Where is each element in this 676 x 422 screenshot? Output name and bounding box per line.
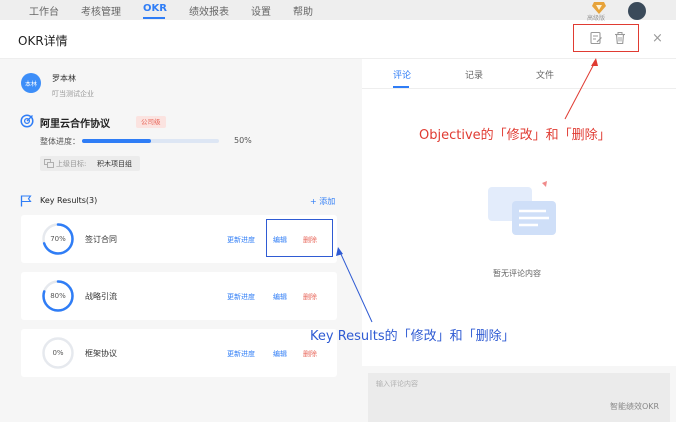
panel-title: OKR详情 <box>18 34 68 48</box>
objective-annotation-box <box>573 24 639 52</box>
edit-key-result-button[interactable]: 编辑 <box>273 349 287 359</box>
empty-comments-illustration <box>488 181 556 235</box>
nav-item-reports[interactable]: 绩效报表 <box>189 3 229 18</box>
parent-goal-label: 上级目标: <box>56 160 87 168</box>
kr-annotation-box <box>266 219 333 257</box>
key-result-percent: 0% <box>52 349 64 357</box>
objective-progress-fill <box>82 139 151 143</box>
tab-records[interactable]: 记录 <box>465 68 483 81</box>
nav-item-assessment[interactable]: 考核管理 <box>81 3 121 18</box>
delete-key-result-button[interactable]: 删除 <box>303 349 317 359</box>
objective-level-tag: 公司级 <box>136 116 166 128</box>
key-result-name: 战略引流 <box>85 292 117 301</box>
key-results-header: Key Results(3) <box>40 196 98 205</box>
user-avatar[interactable] <box>628 2 646 20</box>
tab-comments[interactable]: 评论 <box>393 68 411 81</box>
key-result-name: 框架协议 <box>85 349 117 358</box>
tab-files[interactable]: 文件 <box>536 68 554 81</box>
delete-key-result-button[interactable]: 删除 <box>303 292 317 302</box>
empty-comments-text: 暂无评论内容 <box>493 269 541 278</box>
tab-divider <box>362 88 676 89</box>
vip-label: 高级版 <box>587 15 606 22</box>
nav-item-settings[interactable]: 设置 <box>251 3 271 18</box>
update-progress-button[interactable]: 更新进度 <box>227 349 255 359</box>
owner-avatar: 本林 <box>21 73 41 93</box>
objective-progress-bar <box>82 139 219 143</box>
progress-percent: 50% <box>234 136 252 145</box>
key-results-flag-icon <box>20 195 32 207</box>
update-progress-button[interactable]: 更新进度 <box>227 235 255 245</box>
add-key-result-button[interactable]: + 添加 <box>310 196 335 207</box>
watermark-text: 智能绩效OKR <box>610 402 660 411</box>
key-result-percent: 80% <box>50 292 66 300</box>
comment-input[interactable] <box>368 373 670 422</box>
nav-item-okr[interactable]: OKR <box>143 3 167 14</box>
objective-annotation-text: Objective的「修改」和「删除」 <box>419 128 611 143</box>
close-icon[interactable]: × <box>652 31 663 46</box>
owner-name: 罗本林 <box>52 74 76 83</box>
owner-org: 叮当测试企业 <box>52 90 94 98</box>
key-result-percent: 70% <box>50 235 66 243</box>
parent-goal-value: 积木项目组 <box>97 160 132 168</box>
key-result-name: 签订合同 <box>85 235 117 244</box>
edit-key-result-button[interactable]: 编辑 <box>273 292 287 302</box>
progress-label: 整体进度： <box>40 137 80 146</box>
update-progress-button[interactable]: 更新进度 <box>227 292 255 302</box>
nav-item-help[interactable]: 帮助 <box>293 3 313 18</box>
objective-target-icon <box>20 114 34 128</box>
objective-title: 阿里云合作协议 <box>40 119 110 130</box>
nav-item-workbench[interactable]: 工作台 <box>29 3 59 18</box>
nav-active-indicator <box>143 17 165 19</box>
kr-annotation-text: Key Results的「修改」和「删除」 <box>310 329 515 344</box>
parent-goal-icon <box>44 159 54 168</box>
